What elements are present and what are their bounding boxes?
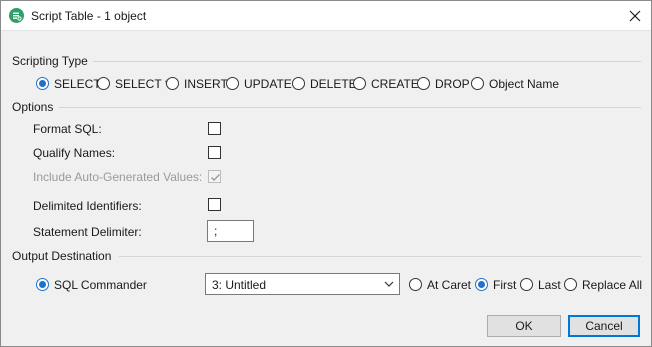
checkmark-icon bbox=[211, 174, 220, 181]
scripting-type-separator bbox=[93, 61, 641, 62]
include-auto-generated-label: Include Auto-Generated Values: bbox=[33, 170, 203, 184]
radio-update-label: UPDATE bbox=[244, 77, 292, 91]
options-heading: Options bbox=[12, 100, 54, 114]
radio-delete-label: DELETE bbox=[310, 77, 357, 91]
statement-delimiter-input[interactable]: ; bbox=[207, 220, 254, 242]
close-button[interactable] bbox=[619, 1, 651, 30]
output-destination-heading: Output Destination bbox=[12, 249, 112, 263]
radio-last[interactable] bbox=[520, 278, 533, 291]
radio-first[interactable] bbox=[475, 278, 488, 291]
output-destination-separator bbox=[119, 256, 641, 257]
radio-first-label: First bbox=[493, 278, 517, 292]
title-bar: Script Table - 1 object bbox=[1, 1, 651, 31]
qualify-names-label: Qualify Names: bbox=[33, 146, 116, 160]
cancel-button[interactable]: Cancel bbox=[568, 315, 640, 337]
include-auto-generated-checkbox bbox=[208, 170, 221, 183]
radio-sql-commander-label: SQL Commander bbox=[54, 278, 147, 292]
radio-drop[interactable] bbox=[417, 77, 430, 90]
radio-replace-all[interactable] bbox=[564, 278, 577, 291]
chevron-down-icon bbox=[384, 281, 394, 287]
radio-at-caret[interactable] bbox=[409, 278, 422, 291]
radio-object-name-label: Object Name bbox=[489, 77, 560, 91]
app-icon bbox=[9, 8, 24, 23]
radio-insert[interactable] bbox=[166, 77, 179, 90]
format-sql-checkbox[interactable] bbox=[208, 122, 221, 135]
editor-select-value: 3: Untitled bbox=[212, 278, 267, 292]
radio-update[interactable] bbox=[226, 77, 239, 90]
script-table-dialog: Script Table - 1 object Scripting Type S… bbox=[0, 0, 652, 347]
window-title: Script Table - 1 object bbox=[31, 9, 147, 23]
format-sql-label: Format SQL: bbox=[33, 122, 102, 136]
qualify-names-checkbox[interactable] bbox=[208, 146, 221, 159]
statement-delimiter-label: Statement Delimiter: bbox=[33, 225, 142, 239]
ok-button[interactable]: OK bbox=[487, 315, 561, 337]
radio-create-label: CREATE bbox=[371, 77, 419, 91]
radio-select-star-label: SELECT * bbox=[115, 77, 170, 91]
close-icon bbox=[629, 10, 641, 21]
radio-select-label: SELECT bbox=[54, 77, 101, 91]
radio-select-star[interactable] bbox=[97, 77, 110, 90]
radio-drop-label: DROP bbox=[435, 77, 470, 91]
radio-delete[interactable] bbox=[292, 77, 305, 90]
radio-insert-label: INSERT bbox=[184, 77, 228, 91]
radio-sql-commander[interactable] bbox=[36, 278, 49, 291]
delimited-identifiers-checkbox[interactable] bbox=[208, 198, 221, 211]
editor-select[interactable]: 3: Untitled bbox=[205, 273, 400, 295]
options-separator bbox=[59, 107, 641, 108]
radio-replace-all-label: Replace All bbox=[582, 278, 643, 292]
radio-select[interactable] bbox=[36, 77, 49, 90]
scripting-type-heading: Scripting Type bbox=[12, 54, 88, 68]
radio-object-name[interactable] bbox=[471, 77, 484, 90]
radio-at-caret-label: At Caret bbox=[427, 278, 472, 292]
radio-last-label: Last bbox=[538, 278, 561, 292]
delimited-identifiers-label: Delimited Identifiers: bbox=[33, 199, 142, 213]
radio-create[interactable] bbox=[353, 77, 366, 90]
